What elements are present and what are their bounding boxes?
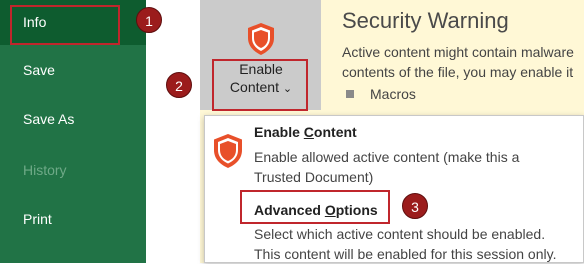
description-line: Select which active content should be en… — [254, 226, 546, 242]
highlight-box-advanced-options — [240, 190, 390, 224]
shield-icon — [248, 23, 274, 55]
sidebar-item-label: Save — [23, 62, 55, 78]
sidebar-item-label: Print — [23, 211, 52, 227]
bullet-square-icon — [346, 90, 354, 98]
sidebar-item-label: History — [23, 162, 67, 178]
macros-item: Macros — [346, 86, 416, 102]
warning-text-line2: contents of the file, you may enable it — [342, 64, 574, 80]
title-part: ontent — [313, 124, 357, 140]
security-warning-text: Active content might contain malware con… — [342, 42, 584, 82]
title-part: Enable — [254, 124, 304, 140]
sidebar-item-label: Save As — [23, 111, 75, 127]
menu-item-description: Select which active content should be en… — [254, 224, 556, 264]
sidebar-item-print[interactable]: Print — [0, 197, 146, 242]
security-warning-title: Security Warning — [342, 8, 509, 33]
description-line: This content will be enabled for this se… — [254, 246, 557, 262]
title-accelerator: C — [303, 124, 314, 140]
step-badge-1: 1 — [136, 7, 162, 33]
description-line: Trusted Document) — [254, 169, 374, 185]
macros-label: Macros — [370, 86, 416, 102]
sidebar-item-save[interactable]: Save — [0, 48, 146, 93]
highlight-box-info — [10, 5, 120, 45]
description-line: Enable allowed active content (make this… — [254, 149, 520, 165]
menu-item-description: Enable allowed active content (make this… — [254, 147, 519, 187]
step-badge-3: 3 — [402, 193, 428, 219]
shield-icon — [214, 134, 242, 168]
menu-item-title: Enable Content — [254, 124, 357, 140]
warning-text-line1: Active content might contain malware — [342, 44, 574, 60]
step-badge-2: 2 — [166, 72, 192, 98]
highlight-box-enable-content — [212, 59, 308, 111]
sidebar-item-history: History — [0, 148, 146, 193]
sidebar-item-save-as[interactable]: Save As — [0, 97, 146, 142]
